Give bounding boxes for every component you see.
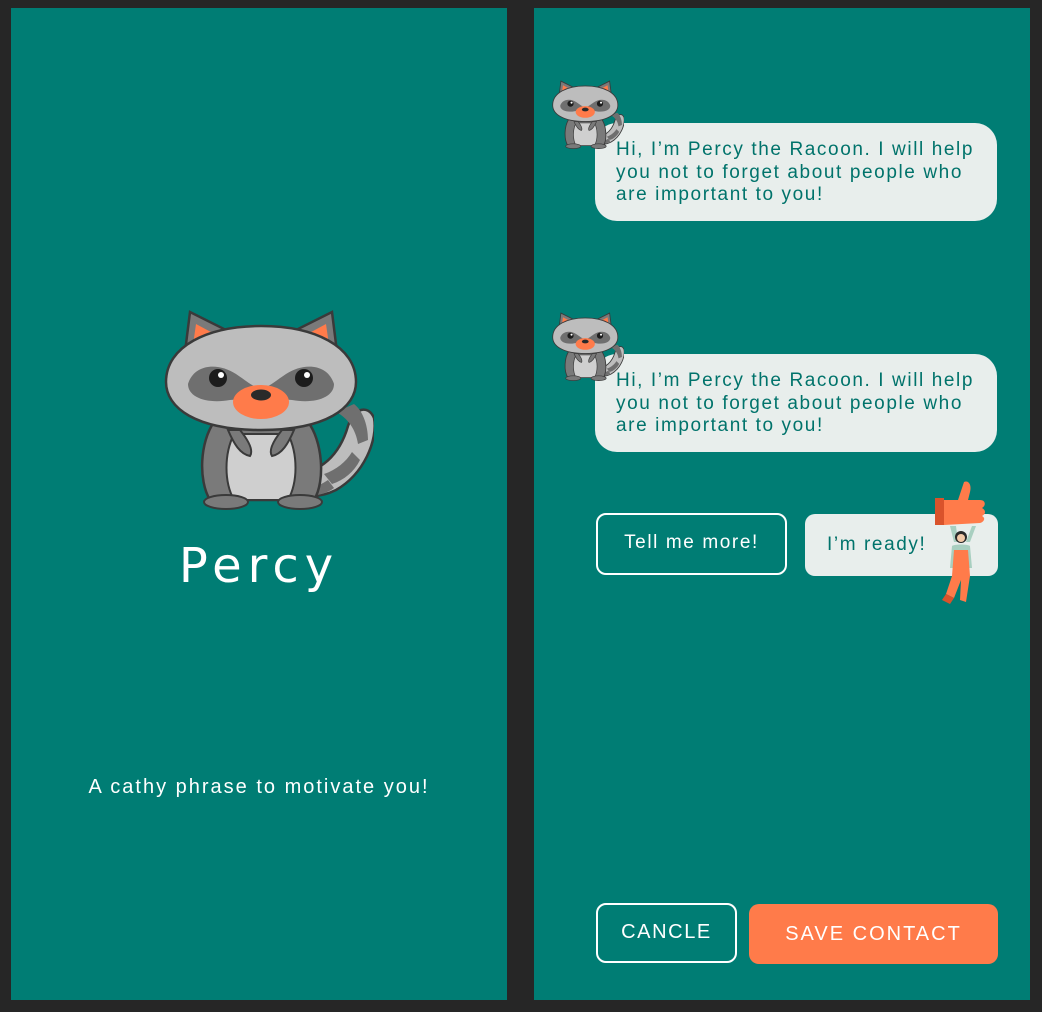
raccoon-avatar-icon (552, 304, 624, 388)
tell-me-more-button[interactable]: Tell me more! (596, 513, 787, 575)
chat-message: Hi, I’m Percy the Racoon. I will help yo… (595, 354, 997, 452)
thumbs-up-person-icon (935, 481, 985, 604)
im-ready-label: I’m ready! (827, 534, 927, 555)
save-contact-button[interactable]: SAVE CONTACT (749, 904, 998, 964)
cancel-button[interactable]: CANCLE (596, 903, 737, 963)
tagline: A cathy phrase to motivate you! (88, 776, 430, 798)
chat-screen: Hi, I’m Percy the Racoon. I will help yo… (534, 8, 1030, 1000)
raccoon-mascot-icon (163, 304, 375, 512)
splash-screen: Percy A cathy phrase to motivate you! (11, 8, 507, 1000)
chat-message: Hi, I’m Percy the Racoon. I will help yo… (595, 123, 997, 221)
app-title: Percy (178, 538, 340, 594)
raccoon-avatar-icon (552, 72, 624, 156)
